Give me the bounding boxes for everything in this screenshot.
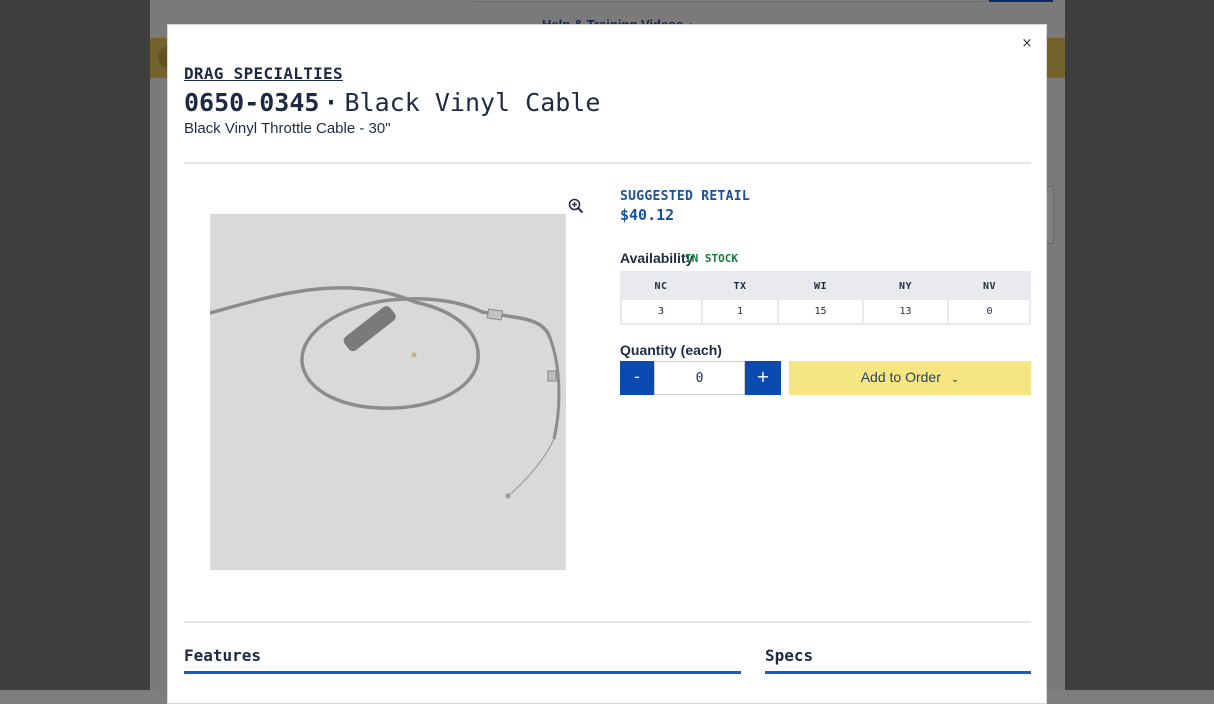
features-heading: Features [184,646,262,665]
brand-link[interactable]: DRAG SPECIALTIES [184,64,343,83]
throttle-cable-image [210,286,561,499]
warehouse-qty: 0 [986,306,993,317]
specs-heading: Specs [765,646,814,665]
warehouse-qty: 15 [814,306,827,317]
product-name: Black Vinyl Cable [344,88,601,117]
product-image[interactable] [210,214,566,570]
divider [184,621,1031,623]
warehouse-stock-table: NC TX WI NY NV 3 1 15 13 0 [620,271,1031,325]
divider [184,162,1031,164]
warehouse-qty: 3 [657,306,665,317]
warehouse-code: NC [654,281,668,292]
warehouse-code: WI [813,281,828,292]
suggested-retail-label: SUGGESTED RETAIL [620,189,751,204]
quantity-input[interactable] [654,361,745,395]
warehouse-code: NY [898,281,913,292]
availability-status: IN STOCK [685,252,738,265]
availability-label: Availability [620,250,694,266]
product-modal: × DRAG SPECIALTIES 0650-0345 · Black Vinyl… [167,24,1047,704]
part-number: 0650-0345 [184,88,320,117]
features-underline [184,671,741,674]
quantity-decrement-button[interactable]: - [620,361,654,395]
specs-underline [765,671,1031,674]
suggested-retail-price: $40.12 [620,206,675,224]
zoom-in-icon[interactable] [568,198,584,214]
warehouse-code: TX [733,281,747,292]
product-title: 0650-0345 · Black Vinyl Cable [184,88,600,117]
quantity-label: Quantity (each) [620,342,722,358]
product-description: Black Vinyl Throttle Cable - 30" [184,120,391,137]
close-icon[interactable]: × [1019,36,1035,52]
title-separator: · [323,88,339,117]
chevron-down-icon: ⌄ [950,374,960,385]
add-to-order-button[interactable]: Add to Order ⌄ [789,361,1031,395]
add-to-order-label: Add to Order [860,369,941,385]
warehouse-code: NV [982,281,997,292]
quantity-increment-button[interactable]: + [745,361,781,395]
warehouse-qty: 13 [899,306,912,317]
warehouse-qty: 1 [736,306,744,317]
